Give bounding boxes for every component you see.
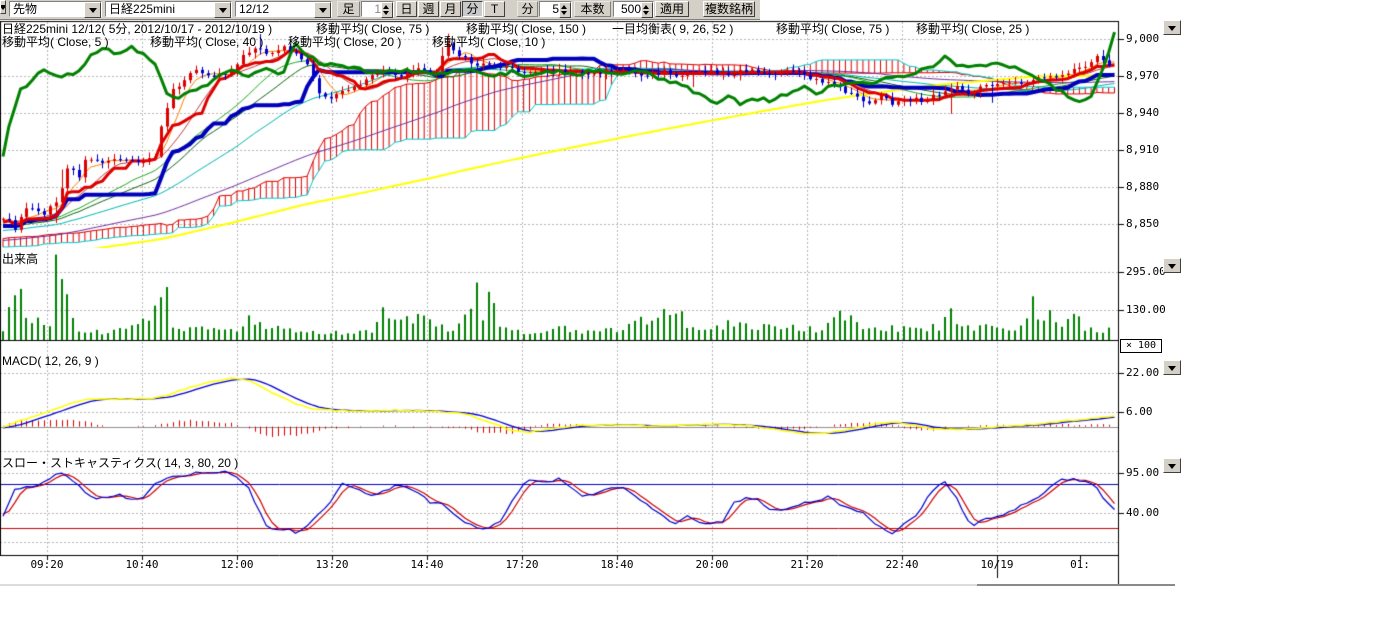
legend-item: 移動平均( Close, 25 )	[916, 20, 1029, 37]
time-axis-label: 12:00	[215, 558, 259, 571]
macd-pane-menu-button[interactable]	[1163, 360, 1181, 375]
time-axis-label: 10/19	[975, 558, 1019, 571]
multi-symbol-button[interactable]: 複数銘柄	[703, 1, 755, 17]
minute-stepper[interactable]: 5	[539, 1, 572, 17]
contract-combo-value: 12/12	[239, 2, 269, 16]
scrollbar-thumb[interactable]	[977, 584, 1175, 586]
legend-item: 移動平均( Close, 10 )	[432, 33, 545, 50]
bar-interval-value: 1	[374, 2, 381, 16]
chevron-down-icon	[1168, 264, 1176, 269]
time-axis-label: 13:20	[310, 558, 354, 571]
spin-up-icon	[383, 5, 389, 9]
stochastics-pane-label: スロー・ストキャスティクス( 14, 3, 80, 20 )	[2, 454, 238, 471]
spin-down-icon	[643, 11, 649, 15]
time-axis-label: 09:20	[25, 558, 69, 571]
chevron-down-icon[interactable]	[314, 2, 331, 18]
period-button-4[interactable]: 分	[462, 1, 483, 17]
chevron-down-icon[interactable]	[84, 2, 101, 18]
partial-combo-arrow[interactable]	[0, 0, 6, 14]
toolbar: 先物 日経225mini 12/12 足 1 日週月分T 分 5 本数 500 …	[0, 0, 760, 20]
price-axis-label: 8,880	[1126, 180, 1178, 193]
volume-pane-menu-button[interactable]	[1163, 258, 1181, 273]
bar-type-label: 足	[337, 1, 360, 17]
time-axis-label: 10:40	[120, 558, 164, 571]
spin-down-icon	[383, 11, 389, 15]
macd-axis-label: 6.00	[1126, 405, 1178, 418]
legend-item: 一目均衡表( 9, 26, 52 )	[612, 20, 733, 37]
minute-label: 分	[517, 1, 538, 17]
time-axis-label: 18:40	[595, 558, 639, 571]
period-button-2[interactable]: 週	[418, 1, 439, 17]
legend-item: 移動平均( Close, 20 )	[288, 33, 401, 50]
time-axis-label: 01:	[1058, 558, 1102, 571]
chart-application: 先物 日経225mini 12/12 足 1 日週月分T 分 5 本数 500 …	[0, 0, 1386, 638]
market-combo[interactable]: 先物	[9, 1, 102, 17]
scrollbar-track[interactable]	[0, 584, 977, 586]
market-combo-value: 先物	[13, 2, 37, 16]
chevron-down-icon	[1168, 26, 1176, 31]
spin-up-icon	[643, 5, 649, 9]
chevron-down-icon	[1168, 464, 1176, 469]
chevron-down-icon[interactable]	[214, 2, 231, 18]
time-axis-label: 20:00	[690, 558, 734, 571]
time-axis-label: 14:40	[405, 558, 449, 571]
price-pane-menu-button[interactable]	[1163, 20, 1181, 35]
chart-canvas[interactable]	[0, 20, 1180, 590]
bar-count-value: 500	[621, 2, 641, 16]
period-button-1[interactable]: 日	[396, 1, 417, 17]
legend-item: 移動平均( Close, 5 )	[2, 33, 109, 50]
bar-interval-stepper[interactable]: 1	[361, 1, 394, 17]
spin-up-icon	[561, 5, 567, 9]
time-axis-label: 17:20	[500, 558, 544, 571]
volume-axis-label: 130.00	[1126, 303, 1178, 316]
stochastics-pane-menu-button[interactable]	[1163, 458, 1181, 473]
symbol-combo-value: 日経225mini	[109, 2, 175, 16]
legend-item: 移動平均( Close, 40 )	[150, 33, 263, 50]
legend-item: 移動平均( Close, 75 )	[776, 20, 889, 37]
period-button-3[interactable]: 月	[440, 1, 461, 17]
price-axis-label: 8,910	[1126, 143, 1178, 156]
time-axis-label: 22:40	[880, 558, 924, 571]
price-axis-label: 8,940	[1126, 106, 1178, 119]
spinner-buttons[interactable]	[559, 2, 571, 18]
volume-multiplier-badge: × 100	[1120, 339, 1162, 353]
time-axis-label: 21:20	[785, 558, 829, 571]
volume-pane-label: 出来高	[2, 250, 38, 267]
bar-count-stepper[interactable]: 500	[613, 1, 654, 17]
spinner-buttons[interactable]	[381, 2, 393, 18]
price-axis-label: 8,970	[1126, 69, 1178, 82]
spinner-buttons[interactable]	[641, 2, 653, 18]
contract-month-combo[interactable]: 12/12	[235, 1, 332, 17]
price-axis-label: 8,850	[1126, 217, 1178, 230]
period-button-5[interactable]: T	[484, 1, 505, 17]
apply-button[interactable]: 適用	[655, 1, 689, 17]
macd-pane-label: MACD( 12, 26, 9 )	[2, 354, 99, 368]
stoch-axis-label: 40.00	[1126, 506, 1178, 519]
symbol-combo[interactable]: 日経225mini	[105, 1, 232, 17]
chevron-down-icon	[0, 5, 6, 10]
bar-count-label: 本数	[574, 1, 611, 17]
spin-down-icon	[561, 11, 567, 15]
chevron-down-icon	[1168, 366, 1176, 371]
minute-value: 5	[552, 2, 559, 16]
